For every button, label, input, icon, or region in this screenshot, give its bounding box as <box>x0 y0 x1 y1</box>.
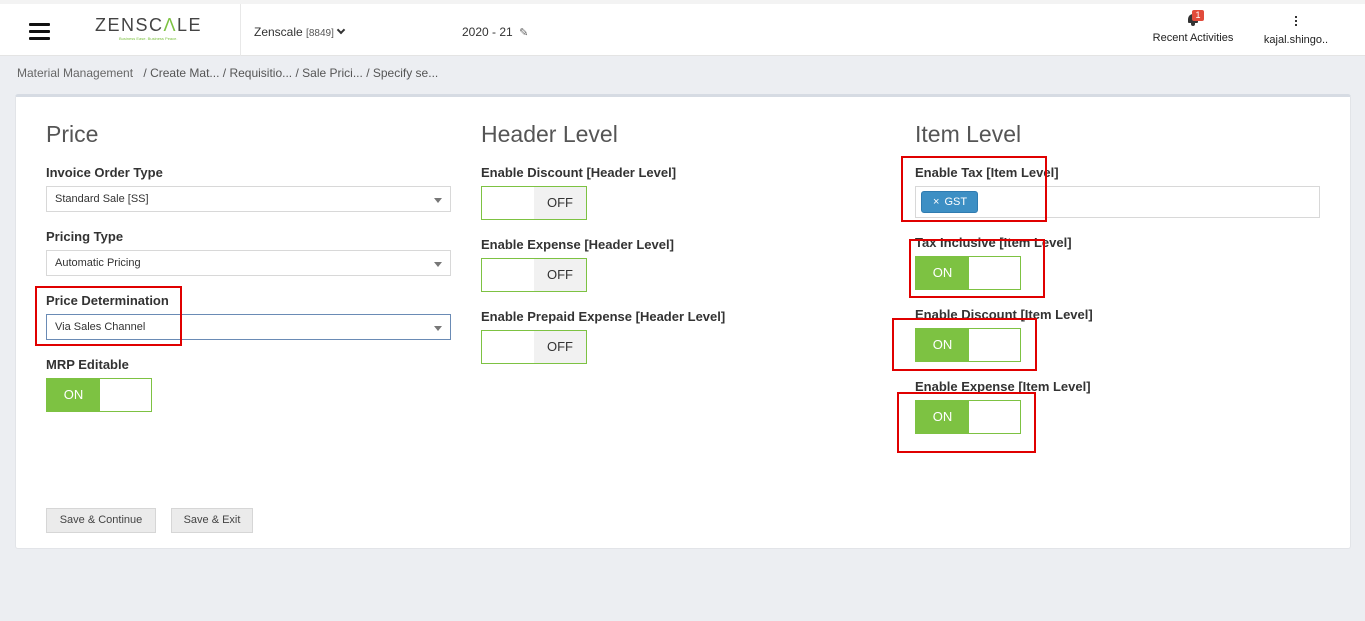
company-selector[interactable]: Zenscale [8849] <box>254 25 346 39</box>
tax-tag-gst: × GST <box>921 191 979 213</box>
toggle-state: ON <box>916 401 969 433</box>
company-name: Zenscale <box>254 25 303 39</box>
breadcrumb-item[interactable]: / Create Mat... <box>143 66 219 80</box>
settings-card: Price Invoice Order Type Standard Sale [… <box>15 94 1351 549</box>
enable-discount-item-toggle[interactable]: ON <box>915 328 1021 362</box>
enable-discount-item-label: Enable Discount [Item Level] <box>915 307 1093 322</box>
pricing-type-label: Pricing Type <box>46 229 124 244</box>
invoice-order-type-label: Invoice Order Type <box>46 165 163 180</box>
chevron-down-icon <box>336 25 346 35</box>
enable-tax-item-label: Enable Tax [Item Level] <box>915 165 1059 180</box>
mrp-editable-toggle[interactable]: ON <box>46 378 152 412</box>
breadcrumb-item-material-management[interactable]: Material Management <box>17 66 133 80</box>
price-determination-label: Price Determination <box>46 293 169 308</box>
enable-prepaid-expense-header-toggle[interactable]: OFF <box>481 330 587 364</box>
more-vertical-icon <box>1294 16 1298 26</box>
enable-expense-item-label: Enable Expense [Item Level] <box>915 379 1091 394</box>
tag-label: GST <box>944 196 968 208</box>
toggle-state: ON <box>916 329 969 361</box>
enable-expense-header-label: Enable Expense [Header Level] <box>481 237 674 252</box>
invoice-order-type-value: Standard Sale [SS] <box>55 193 149 205</box>
enable-discount-header-toggle[interactable]: OFF <box>481 186 587 220</box>
divider <box>240 4 241 56</box>
price-section-title: Price <box>46 121 99 147</box>
breadcrumb-item[interactable]: / Requisitio... <box>223 66 292 80</box>
enable-expense-item-toggle[interactable]: ON <box>915 400 1021 434</box>
tax-inclusive-item-toggle[interactable]: ON <box>915 256 1021 290</box>
username-label: kajal.shingo.. <box>1263 34 1329 46</box>
company-code: [8849] <box>306 28 334 39</box>
item-level-section-title: Item Level <box>915 121 1022 147</box>
top-bar: ZENSCΛLE Business Ease. Business Peace. … <box>0 0 1365 56</box>
notification-badge: 1 <box>1192 10 1204 21</box>
header-level-section-title: Header Level <box>481 121 618 147</box>
breadcrumb-item[interactable]: / Specify se... <box>366 66 438 80</box>
tax-inclusive-item-label: Tax Inclusive [Item Level] <box>915 235 1072 250</box>
enable-expense-header-toggle[interactable]: OFF <box>481 258 587 292</box>
pricing-type-value: Automatic Pricing <box>55 257 141 269</box>
fiscal-year-selector[interactable]: 2020 - 21 ✎ <box>462 25 528 39</box>
dropdown-caret-icon <box>434 326 442 331</box>
save-and-continue-button[interactable]: Save & Continue <box>46 508 156 533</box>
recent-activities-label: Recent Activities <box>1152 32 1234 44</box>
remove-tag-icon[interactable]: × <box>933 196 939 208</box>
breadcrumb: Material Management / Create Mat... / Re… <box>17 66 438 80</box>
invoice-order-type-select[interactable]: Standard Sale [SS] <box>46 186 451 212</box>
price-determination-value: Via Sales Channel <box>55 321 146 333</box>
dropdown-caret-icon <box>434 198 442 203</box>
toggle-state: OFF <box>534 259 586 291</box>
mrp-editable-label: MRP Editable <box>46 357 129 372</box>
breadcrumb-item[interactable]: / Sale Prici... <box>296 66 363 80</box>
enable-discount-header-label: Enable Discount [Header Level] <box>481 165 677 180</box>
enable-tax-item-tag-input[interactable]: × GST <box>915 186 1320 218</box>
price-determination-select[interactable]: Via Sales Channel <box>46 314 451 340</box>
pricing-type-select[interactable]: Automatic Pricing <box>46 250 451 276</box>
dropdown-caret-icon <box>434 262 442 267</box>
toggle-state: ON <box>916 257 969 289</box>
hamburger-menu-icon[interactable] <box>29 23 50 40</box>
toggle-state: OFF <box>534 331 586 363</box>
zenscale-logo[interactable]: ZENSCΛLE Business Ease. Business Peace. <box>95 16 210 46</box>
toggle-state: ON <box>47 379 100 411</box>
edit-icon: ✎ <box>519 27 529 39</box>
user-menu-button[interactable]: kajal.shingo.. <box>1258 16 1334 46</box>
toggle-state: OFF <box>534 187 586 219</box>
enable-prepaid-expense-header-label: Enable Prepaid Expense [Header Level] <box>481 309 726 324</box>
fiscal-year-label: 2020 - 21 <box>462 25 513 39</box>
save-and-exit-button[interactable]: Save & Exit <box>171 508 253 533</box>
